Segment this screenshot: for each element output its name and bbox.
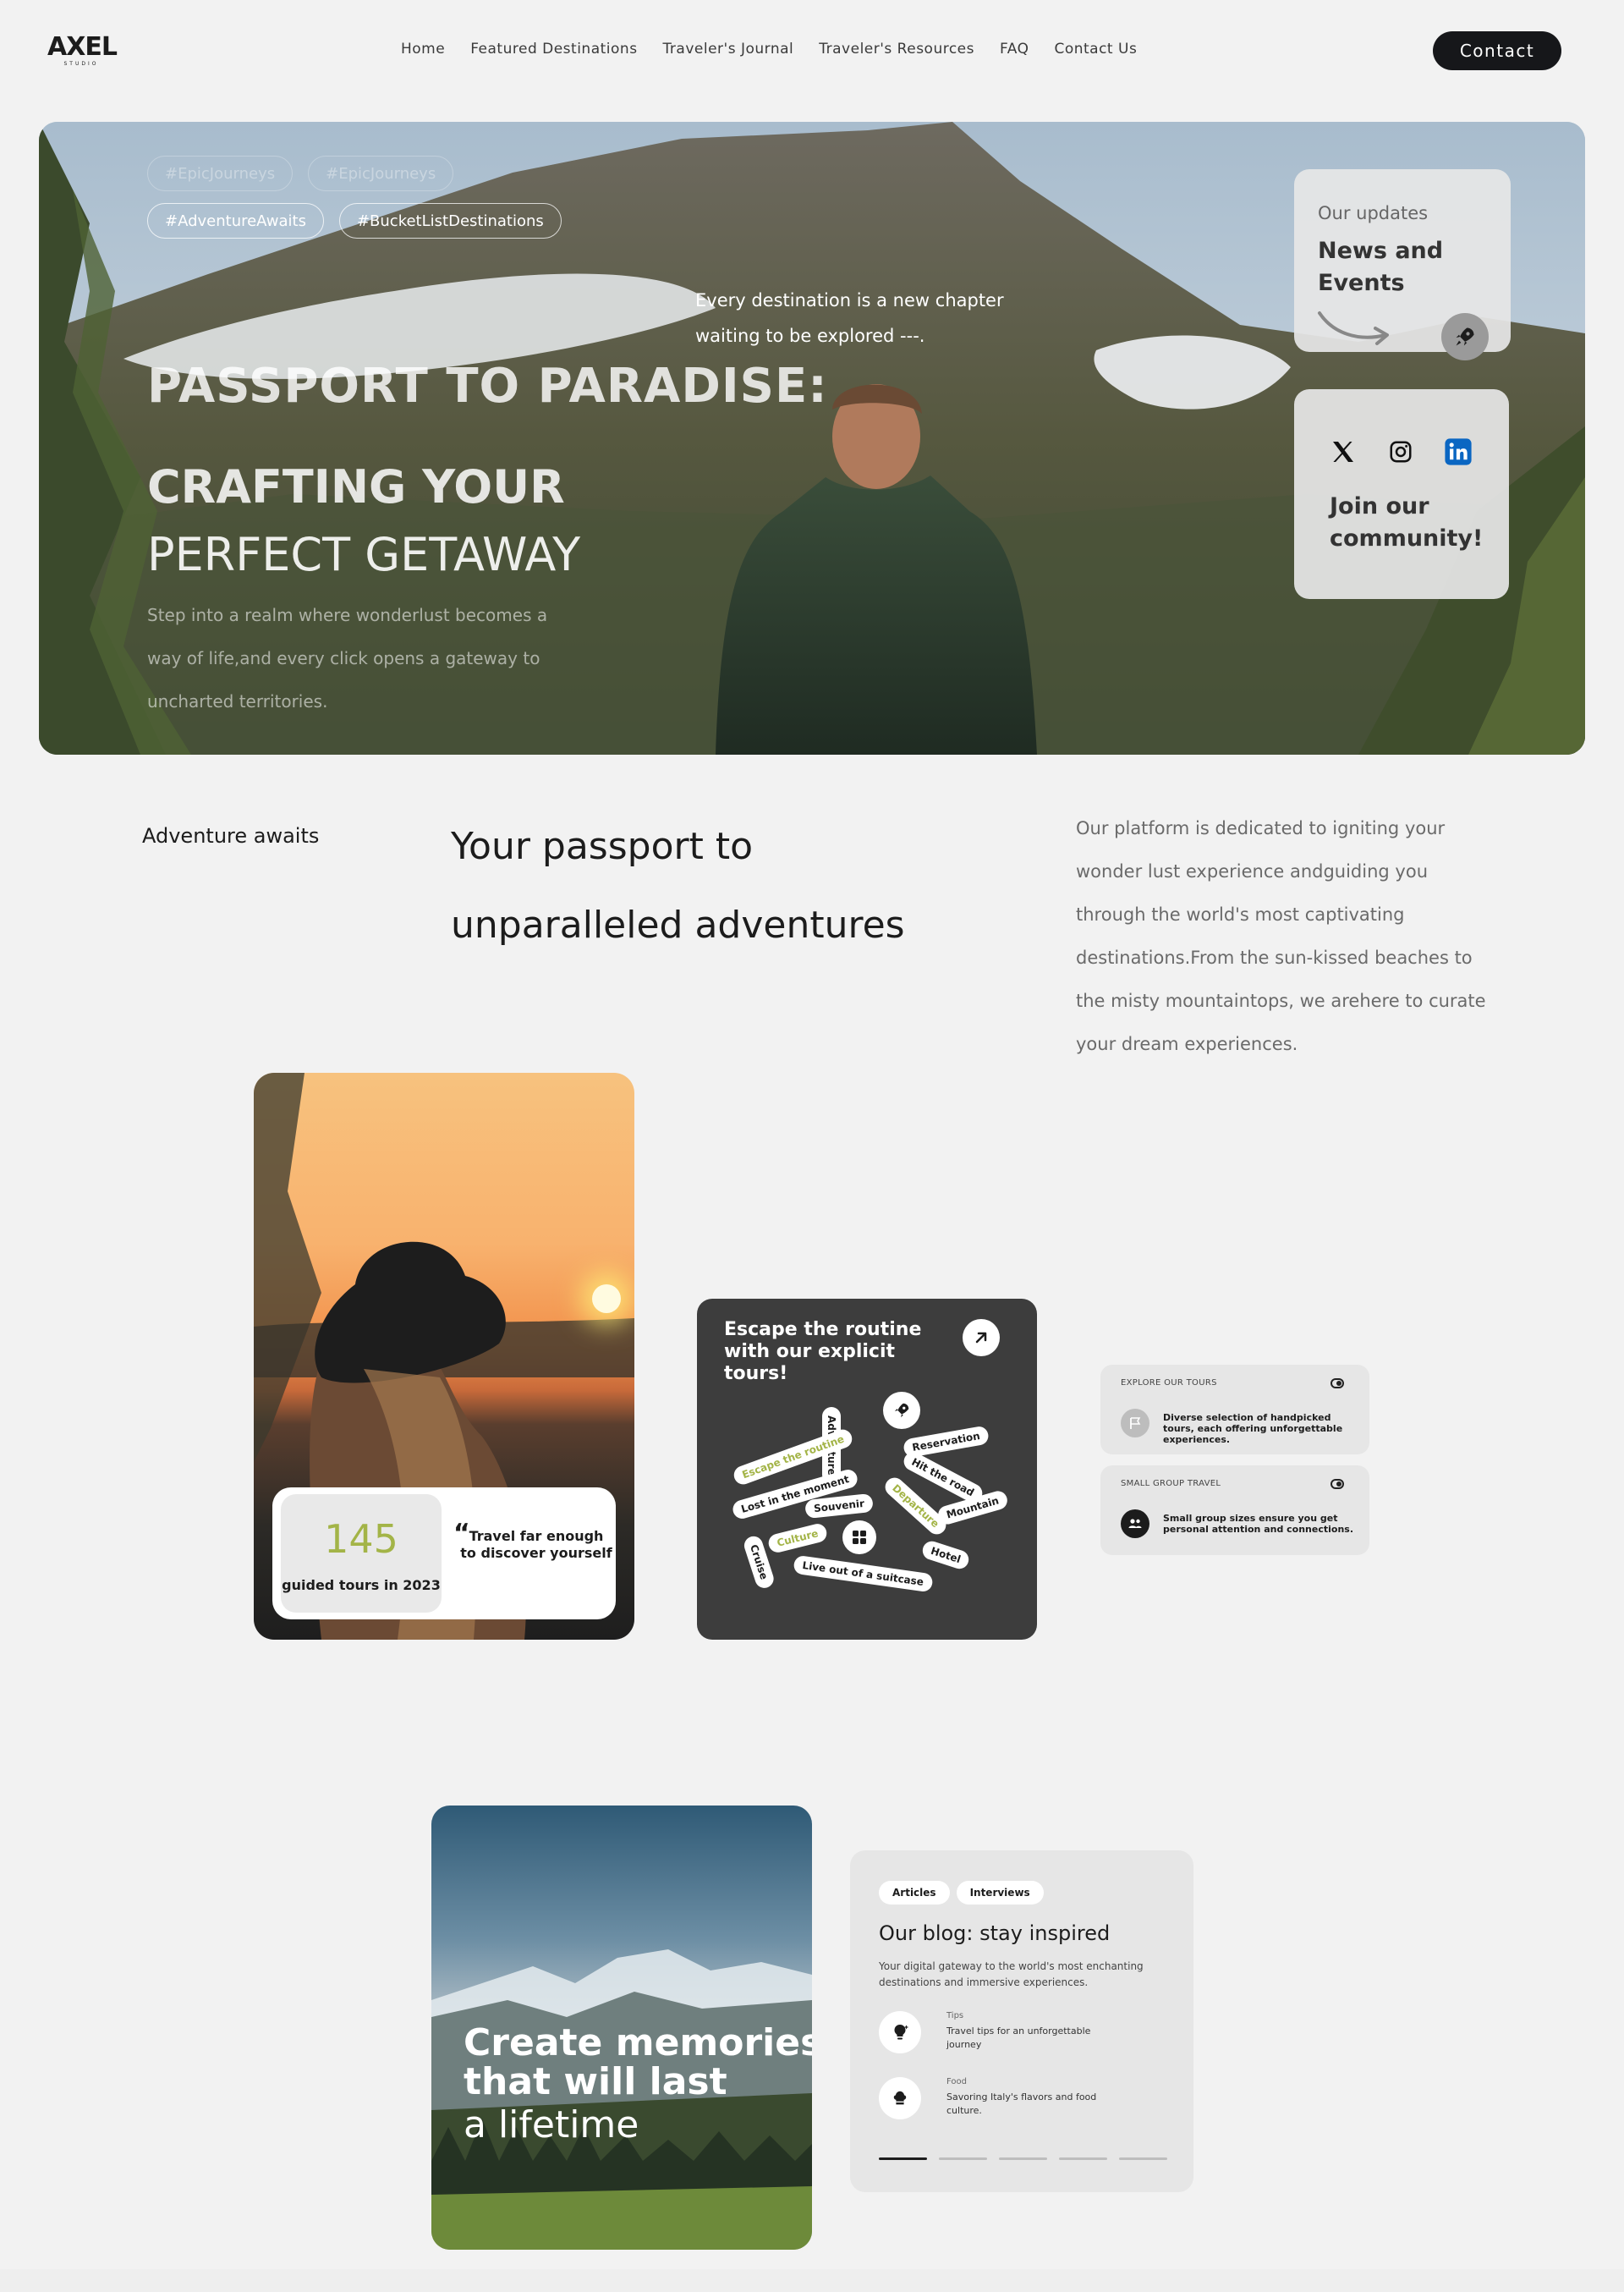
nav-link-faq[interactable]: FAQ <box>1000 41 1029 58</box>
nav-link-featured-destinations[interactable]: Featured Destinations <box>470 41 637 58</box>
tour-pill[interactable]: Live out of a suitcase <box>793 1554 934 1593</box>
linkedin-icon[interactable] <box>1441 435 1475 469</box>
tour-pill[interactable]: Culture <box>766 1521 829 1555</box>
flag-icon <box>1121 1409 1149 1437</box>
hero-quote: Every destination is a new chapter waiti… <box>695 290 1004 346</box>
hashtag-group: #EpicJourneys #EpicJourneys #AdventureAw… <box>147 156 562 250</box>
stat-counter: 145 guided tours in 2023 <box>281 1494 442 1613</box>
hero-title-line2: CRAFTING YOUR <box>147 460 565 514</box>
stat-label: guided tours in 2023 <box>282 1577 441 1593</box>
blog-item-category: Tips <box>946 2011 964 2020</box>
blog-card: Articles Interviews Our blog: stay inspi… <box>850 1850 1193 2192</box>
hero-title-line1: PASSPORT TO PARADISE: <box>147 359 828 414</box>
curved-arrow-icon <box>1318 311 1389 345</box>
blog-item-food[interactable]: Food Savoring Italy's flavors and food c… <box>879 2077 1166 2123</box>
carousel-progress <box>879 2157 1167 2160</box>
blog-item-tips[interactable]: Tips Travel tips for an unforgettable jo… <box>879 2011 1166 2057</box>
footer-strip <box>0 2269 1624 2292</box>
tab-articles[interactable]: Articles <box>879 1881 950 1905</box>
rocket-icon[interactable] <box>1441 313 1489 360</box>
brand-logo[interactable]: AXEL STUDIO <box>47 32 118 68</box>
memories-card: Create memories that will last a lifetim… <box>431 1806 812 2250</box>
sun-image <box>592 1284 621 1313</box>
progress-segment[interactable] <box>879 2157 927 2160</box>
progress-segment[interactable] <box>939 2157 987 2160</box>
memories-headline: Create memories that will last a lifetim… <box>464 2024 812 2149</box>
stat-number: 145 <box>324 1516 398 1562</box>
progress-segment[interactable] <box>1059 2157 1107 2160</box>
logo-text: AXEL <box>47 32 118 62</box>
grid-icon[interactable] <box>842 1520 876 1554</box>
join-community-text[interactable]: Join our community! <box>1330 491 1499 555</box>
progress-segment[interactable] <box>1119 2157 1167 2160</box>
hero-banner: #EpicJourneys #EpicJourneys #AdventureAw… <box>39 122 1585 755</box>
stat-box: 145 guided tours in 2023 “ Travel far en… <box>272 1487 616 1619</box>
section-eyebrow: Adventure awaits <box>142 824 320 848</box>
group-icon <box>1121 1509 1149 1538</box>
explore-tours-card[interactable]: EXPLORE OUR TOURS Diverse selection of h… <box>1100 1365 1369 1454</box>
top-navigation: AXEL STUDIO Home Featured Destinations T… <box>0 0 1624 100</box>
hashtag-bucket-list[interactable]: #BucketListDestinations <box>338 203 562 239</box>
blog-item-category: Food <box>946 2077 967 2086</box>
stat-quote-text: Travel far enough to discover yourself <box>460 1528 612 1561</box>
blog-item-text: Savoring Italy's flavors and food cultur… <box>946 2091 1097 2116</box>
updates-panel[interactable]: Our updates News and Events <box>1294 169 1511 360</box>
nav-link-travelers-resources[interactable]: Traveler's Resources <box>819 41 974 58</box>
hashtag-pill[interactable]: #EpicJourneys <box>308 156 454 191</box>
mini-card-header: EXPLORE OUR TOURS <box>1121 1378 1217 1388</box>
tour-pill[interactable]: Hotel <box>919 1538 972 1572</box>
hero-title-line3: PERFECT GETAWAY <box>147 528 581 581</box>
hashtag-pill[interactable]: #EpicJourneys <box>147 156 294 191</box>
nav-links: Home Featured Destinations Traveler's Jo… <box>401 41 1162 58</box>
memories-line3: a lifetime <box>464 2103 639 2146</box>
nav-link-home[interactable]: Home <box>401 41 445 58</box>
updates-title: News and Events <box>1318 238 1444 296</box>
hero-description: Step into a realm where wonderlust becom… <box>147 605 548 712</box>
mini-card-header: SMALL GROUP TRAVEL <box>1121 1479 1221 1488</box>
mini-card-text: Small group sizes ensure you get persona… <box>1163 1513 1354 1535</box>
explicit-tours-card[interactable]: Escape the routine with our explicit tou… <box>697 1299 1037 1640</box>
blog-description: Your digital gateway to the world's most… <box>879 1960 1144 1988</box>
small-group-travel-card[interactable]: SMALL GROUP TRAVEL Small group sizes ens… <box>1100 1465 1369 1555</box>
rocket-icon[interactable] <box>883 1392 920 1429</box>
logo-subtext: STUDIO <box>63 61 99 67</box>
nav-link-contact-us[interactable]: Contact Us <box>1054 41 1137 58</box>
memories-line2: that will last <box>464 2060 727 2103</box>
toggle-icon[interactable] <box>1330 1378 1344 1388</box>
community-panel: Join our community! <box>1294 389 1509 599</box>
lightbulb-icon <box>879 2011 921 2053</box>
section-title: Your passport to unparalleled adventures <box>451 825 905 947</box>
blog-tabs: Articles Interviews <box>879 1881 1044 1905</box>
x-icon[interactable] <box>1326 435 1360 469</box>
section-description: Our platform is dedicated to igniting yo… <box>1076 818 1486 1054</box>
toggle-icon[interactable] <box>1330 1479 1344 1489</box>
sunset-traveler-card: 145 guided tours in 2023 “ Travel far en… <box>254 1073 634 1640</box>
instagram-icon[interactable] <box>1384 435 1418 469</box>
blog-item-text: Travel tips for an unforgettable journey <box>946 2025 1091 2050</box>
updates-label: Our updates <box>1318 203 1429 223</box>
mini-card-text: Diverse selection of handpicked tours, e… <box>1163 1412 1343 1445</box>
tab-interviews[interactable]: Interviews <box>956 1881 1044 1905</box>
nav-link-travelers-journal[interactable]: Traveler's Journal <box>663 41 794 58</box>
memories-line1: Create memories <box>464 2021 812 2064</box>
arrow-up-right-icon[interactable] <box>963 1319 1000 1356</box>
hashtag-adventure-awaits[interactable]: #AdventureAwaits <box>147 203 324 239</box>
tours-card-title: Escape the routine with our explicit tou… <box>724 1319 922 1384</box>
chef-hat-icon <box>879 2077 921 2119</box>
blog-title: Our blog: stay inspired <box>879 1921 1111 1945</box>
progress-segment[interactable] <box>999 2157 1047 2160</box>
contact-button[interactable]: Contact <box>1433 31 1561 70</box>
